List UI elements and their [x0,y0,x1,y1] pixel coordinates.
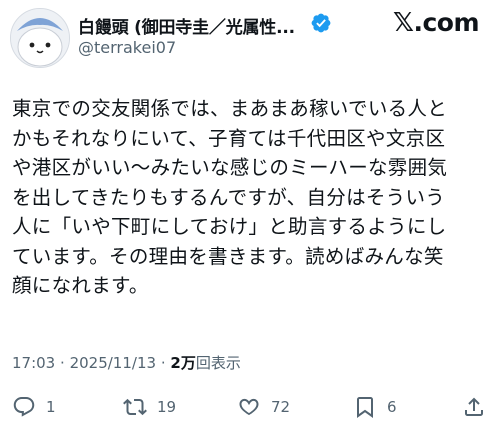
repost-button[interactable]: 19 [123,390,176,424]
post-text-line: かもそれなりにいて、子育ては千代田区や文京区 [12,126,446,150]
heart-icon [239,398,259,416]
verified-badge-icon [311,13,331,33]
post-meta: 17:03 · 2025/11/13 · 2万回表示 [12,352,241,373]
x-logo-icon: 𝕏 [393,8,414,38]
meta-separator: · [160,354,166,372]
avatar[interactable] [10,8,70,68]
reply-count: 1 [46,398,56,416]
post-text-line: 人に「いや下町にしておけ」と助言するようにし [12,215,447,238]
reply-icon [13,397,35,417]
post-text-line: 顔になれます。 [12,274,149,297]
bookmark-count: 6 [387,398,397,416]
site-logo: 𝕏.com [393,8,479,38]
reply-button[interactable]: 1 [12,390,56,424]
post-text-line: や港区がいい〜みたいな感じのミーハーな雰囲気 [12,156,448,179]
share-icon [465,397,483,416]
repost-icon [123,398,147,416]
avatar-image [11,9,69,67]
bookmark-button[interactable]: 6 [353,390,397,424]
post-header: 白饅頭 (御田寺圭／光属性... @terrakei07 𝕏.com [0,0,500,70]
views-count: 2万 [170,354,196,372]
post-text-line: を出してきたりもするんですが、自分はそういう [12,185,446,209]
like-count: 72 [271,398,291,416]
post-text-line: 東京での交友関係では、まあまあ稼いでいる人と [12,97,448,120]
share-button[interactable] [462,390,486,424]
user-handle[interactable]: @terrakei07 [78,38,176,57]
action-bar: 1 19 72 6 [0,390,500,424]
post-text-line: ています。その理由を書きます。読めばみんな笑 [12,244,444,268]
post-text: 東京での交友関係では、まあまあ稼いでいる人と かもそれなりにいて、子育ては千代田… [12,94,492,301]
like-button[interactable]: 72 [237,390,290,424]
post-time[interactable]: 17:03 [12,354,55,372]
repost-count: 19 [157,398,177,416]
views-label: 回表示 [195,354,241,372]
site-suffix: .com [413,8,479,37]
post-date[interactable]: 2025/11/13 [70,354,156,372]
bookmark-icon [357,397,373,418]
meta-separator: · [60,354,65,372]
display-name[interactable]: 白饅頭 (御田寺圭／光属性... [78,13,295,38]
